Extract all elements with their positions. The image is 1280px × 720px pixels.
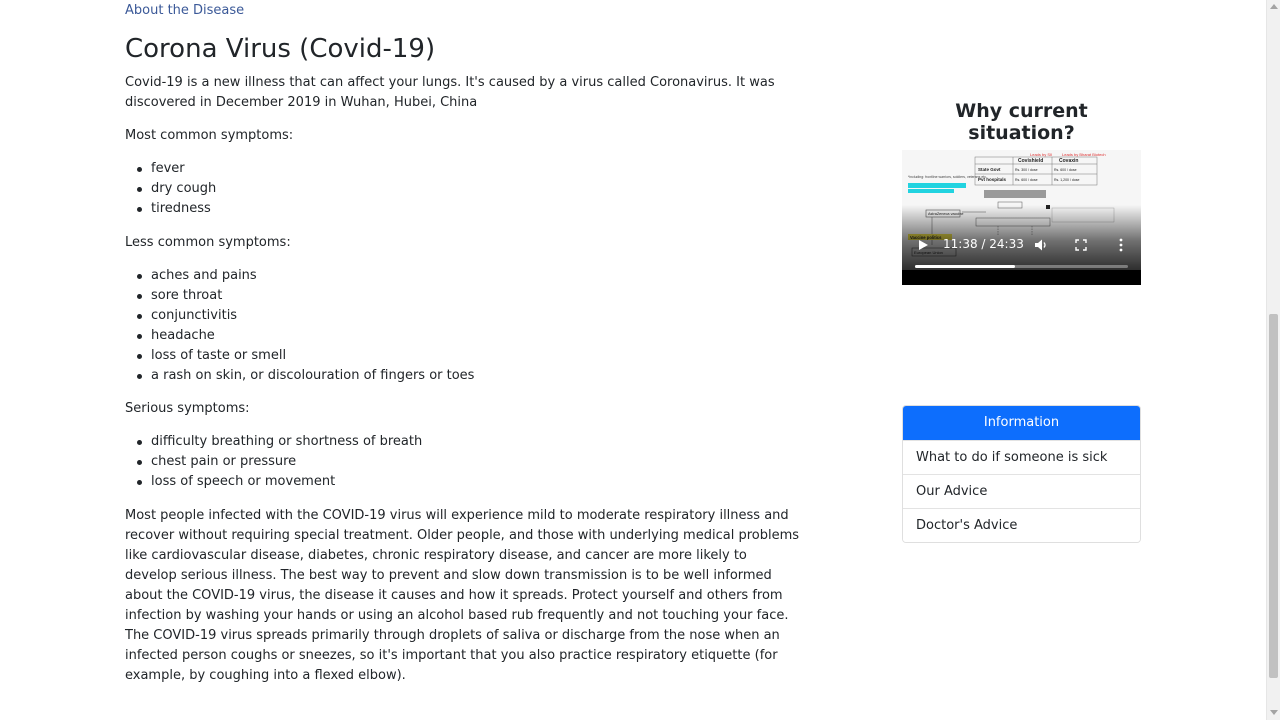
svg-text:Rs. 600 / dose: Rs. 600 / dose xyxy=(1054,168,1077,172)
list-item: difficulty breathing or shortness of bre… xyxy=(136,432,422,452)
fullscreen-button[interactable] xyxy=(1072,236,1090,254)
video-section-title: Why current situation? xyxy=(955,100,1088,144)
list-item: dry cough xyxy=(136,179,216,199)
page-scrollbar[interactable] xyxy=(1266,0,1280,720)
common-symptoms-heading: Most common symptoms: xyxy=(125,128,294,143)
svg-text:Leads by SII: Leads by SII xyxy=(1030,152,1052,157)
list-item: loss of taste or smell xyxy=(136,346,474,366)
svg-text:Rs. 300 / dose: Rs. 300 / dose xyxy=(1015,168,1038,172)
svg-text:Covaxin: Covaxin xyxy=(1059,158,1078,164)
list-item: chest pain or pressure xyxy=(136,452,422,472)
page: About the Disease Corona Virus (Covid-19… xyxy=(0,0,1266,720)
serious-symptoms-list: difficulty breathing or shortness of bre… xyxy=(136,432,422,492)
intro-paragraph: Covid-19 is a new illness that can affec… xyxy=(125,75,775,110)
list-item: aches and pains xyxy=(136,266,474,286)
list-item: conjunctivitis xyxy=(136,306,474,326)
video-progress-fill xyxy=(915,265,1016,268)
common-symptoms-list: fever dry cough tiredness xyxy=(136,159,216,219)
list-item: loss of speech or movement xyxy=(136,472,422,492)
svg-text:*including: frontline warriors: *including: frontline warriors, soldiers… xyxy=(908,175,986,179)
list-item: sore throat xyxy=(136,286,474,306)
information-list-group: Information What to do if someone is sic… xyxy=(902,405,1141,543)
list-header-information[interactable]: Information xyxy=(903,406,1140,440)
page-title: Corona Virus (Covid-19) xyxy=(125,34,436,64)
body-paragraph: Most people infected with the COVID-19 v… xyxy=(125,508,800,683)
list-item-someone-sick[interactable]: What to do if someone is sick xyxy=(903,440,1140,474)
video-progress-bar[interactable] xyxy=(915,265,1128,268)
list-item: tiredness xyxy=(136,199,216,219)
mute-button[interactable] xyxy=(1032,236,1050,254)
list-item: fever xyxy=(136,159,216,179)
scroll-up-icon[interactable] xyxy=(1270,4,1278,9)
less-common-symptoms-heading: Less common symptoms: xyxy=(125,235,291,250)
svg-text:Rs. 1,200 / dose: Rs. 1,200 / dose xyxy=(1054,178,1080,182)
play-icon xyxy=(919,240,928,250)
serious-symptoms-heading: Serious symptoms: xyxy=(125,401,250,416)
svg-text:Leads by Bharat Biotech: Leads by Bharat Biotech xyxy=(1062,152,1106,157)
list-item: a rash on skin, or discolouration of fin… xyxy=(136,366,474,386)
breadcrumb-link[interactable]: About the Disease xyxy=(125,3,244,18)
more-vertical-icon xyxy=(1119,238,1123,252)
svg-text:Rs. 600 / dose: Rs. 600 / dose xyxy=(1015,178,1038,182)
list-item-doctors-advice[interactable]: Doctor's Advice xyxy=(903,508,1140,542)
svg-text:State Govt: State Govt xyxy=(978,167,1001,172)
volume-icon xyxy=(1035,239,1046,251)
list-item-our-advice[interactable]: Our Advice xyxy=(903,474,1140,508)
more-options-button[interactable] xyxy=(1112,236,1130,254)
less-common-symptoms-list: aches and pains sore throat conjunctivit… xyxy=(136,266,474,386)
video-player[interactable]: Leads by SII Leads by Bharat Biotech Cov… xyxy=(902,150,1141,285)
svg-text:Covishield: Covishield xyxy=(1018,158,1043,164)
play-button[interactable] xyxy=(914,236,932,254)
fullscreen-icon xyxy=(1075,239,1087,251)
scroll-down-icon[interactable] xyxy=(1270,710,1278,715)
video-time: 11:38 / 24:33 xyxy=(943,237,1024,251)
scroll-thumb[interactable] xyxy=(1269,314,1278,678)
list-item: headache xyxy=(136,326,474,346)
